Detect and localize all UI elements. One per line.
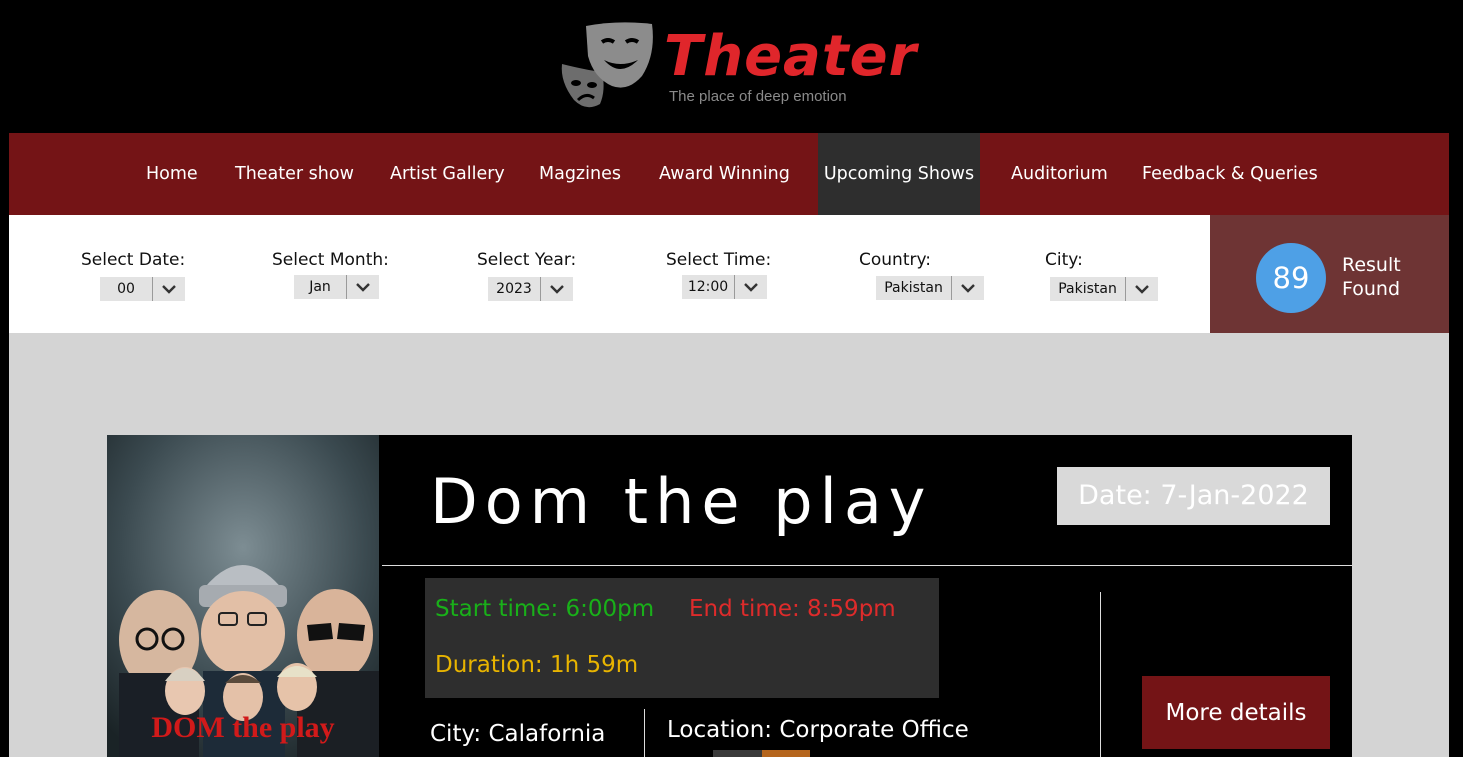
year-select-value: 2023 [496, 281, 532, 297]
color-swatch-grey [713, 750, 762, 757]
country-select-value: Pakistan [884, 280, 943, 296]
month-select-value: Jan [309, 279, 331, 295]
date-select-value: 00 [117, 281, 135, 297]
theater-masks-icon [561, 22, 653, 108]
site-tagline: The place of deep emotion [669, 88, 847, 105]
time-filter-label: Select Time: [666, 250, 772, 270]
time-info-box: Start time: 6:00pm End time: 8:59pm Dura… [425, 578, 939, 698]
city-select[interactable]: Pakistan [1050, 277, 1158, 301]
show-city: City: Calafornia [430, 721, 606, 747]
chevron-down-icon [346, 275, 379, 299]
nav-item-upcoming-shows[interactable]: Upcoming Shows [818, 133, 980, 215]
nav-item-artist-gallery[interactable]: Artist Gallery [384, 133, 511, 215]
result-panel: 89 Result Found [1210, 215, 1449, 333]
main-nav: Home Theater show Artist Gallery Magzine… [9, 133, 1449, 215]
start-time: Start time: 6:00pm [435, 596, 655, 622]
chevron-down-icon [152, 277, 185, 301]
filter-bar: Select Date: 00 Select Month: Jan Select… [9, 215, 1210, 333]
show-date: Date: 7-Jan-2022 [1057, 467, 1330, 525]
country-filter-label: Country: [859, 250, 932, 270]
year-select[interactable]: 2023 [488, 277, 573, 301]
site-title: Theater [664, 24, 918, 89]
month-select[interactable]: Jan [294, 275, 379, 299]
nav-item-award-winning[interactable]: Award Winning [653, 133, 796, 215]
result-label-line1: Result [1342, 254, 1401, 276]
poster-caption: DOM the play [151, 711, 334, 744]
chevron-down-icon [734, 275, 767, 299]
month-filter-label: Select Month: [272, 250, 389, 270]
vertical-divider [1100, 592, 1101, 757]
card-divider [382, 565, 1352, 566]
city-select-value: Pakistan [1058, 281, 1117, 297]
show-title: Dom the play [430, 465, 933, 538]
result-label: Result Found [1342, 253, 1401, 301]
color-swatch-orange [762, 750, 810, 757]
year-filter-label: Select Year: [477, 250, 577, 270]
page: Theater The place of deep emotion Home T… [0, 0, 1463, 757]
site-header: Theater The place of deep emotion [0, 0, 1463, 133]
vertical-divider [644, 709, 645, 757]
nav-item-theater-show[interactable]: Theater show [229, 133, 360, 215]
more-details-button[interactable]: More details [1142, 676, 1330, 749]
time-select[interactable]: 12:00 [682, 275, 767, 299]
nav-item-magzines[interactable]: Magzines [533, 133, 627, 215]
country-select[interactable]: Pakistan [876, 276, 984, 300]
nav-item-home[interactable]: Home [140, 133, 204, 215]
duration: Duration: 1h 59m [435, 652, 639, 678]
nav-item-feedback-queries[interactable]: Feedback & Queries [1136, 133, 1324, 215]
time-select-value: 12:00 [687, 279, 729, 295]
chevron-down-icon [1125, 277, 1158, 301]
nav-item-auditorium[interactable]: Auditorium [1005, 133, 1114, 215]
date-filter-label: Select Date: [81, 250, 186, 270]
result-label-line2: Found [1342, 278, 1401, 300]
chevron-down-icon [951, 276, 984, 300]
result-count-badge: 89 [1256, 243, 1326, 313]
show-location: Location: Corporate Office [667, 717, 969, 743]
chevron-down-icon [540, 277, 573, 301]
end-time: End time: 8:59pm [689, 596, 896, 622]
city-filter-label: City: [1045, 250, 1083, 270]
date-select[interactable]: 00 [100, 277, 185, 301]
show-card: DOM the play Dom the play Date: 7-Jan-20… [107, 435, 1352, 757]
show-poster[interactable]: DOM the play [107, 435, 379, 757]
